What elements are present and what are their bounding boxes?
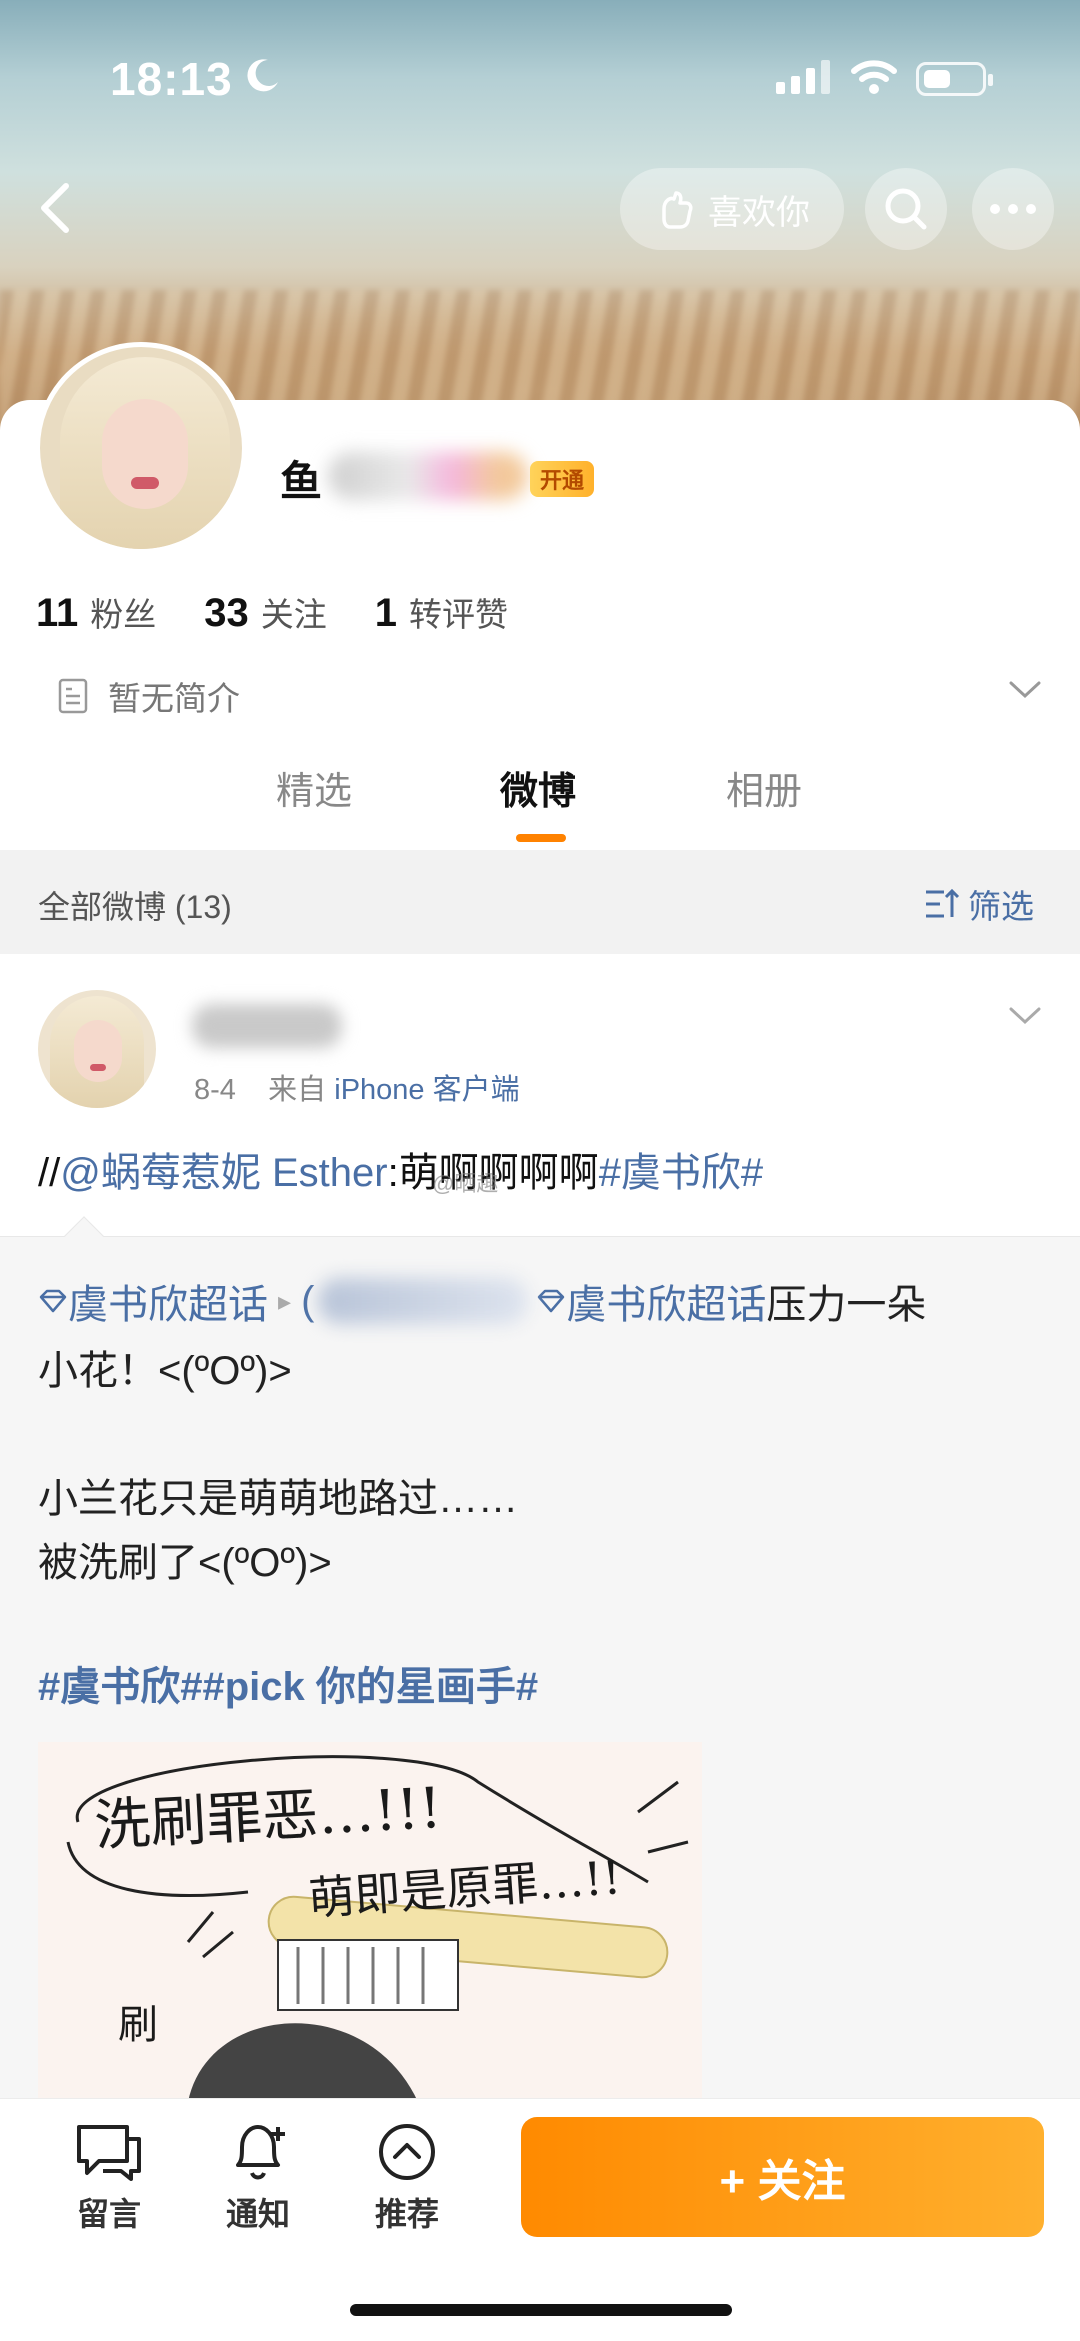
bell-icon (236, 2125, 285, 2180)
original-author-blurred[interactable] (318, 1278, 529, 1324)
up-circle-icon (379, 2124, 435, 2180)
filter-label: 筛选 (968, 888, 1034, 925)
post-menu-chevron-icon[interactable] (1008, 1006, 1042, 1026)
like-you-button[interactable]: 喜欢你 (620, 168, 844, 250)
stat-fans[interactable]: 11 粉丝 (36, 588, 156, 636)
chevron-down-icon[interactable] (1008, 680, 1042, 700)
more-button[interactable] (972, 168, 1054, 250)
back-arrow-icon[interactable] (28, 178, 88, 238)
message-label: 留言 (76, 2196, 141, 2232)
filter-button[interactable]: 筛选 (924, 880, 1034, 928)
interactions-label: 转评赞 (409, 596, 509, 633)
super-topic-link-2[interactable]: 虞书欣超话 (566, 1272, 766, 1330)
document-icon (58, 678, 88, 714)
profile-username: 鱼 (280, 458, 323, 505)
interactions-count: 1 (374, 591, 398, 635)
follow-button[interactable]: + 关注 (521, 2117, 1044, 2237)
battery-icon (916, 62, 993, 96)
profile-stats: 11 粉丝 33 关注 1 转评赞 (36, 588, 556, 636)
original-post-line-4: 被洗刷了<(ºOº)> (38, 1541, 332, 1585)
bio-text: 暂无简介 (108, 680, 240, 717)
notify-label: 通知 (225, 2196, 290, 2232)
recommend-label: 推荐 (374, 2196, 439, 2232)
wifi-icon (851, 60, 897, 94)
stat-following[interactable]: 33 关注 (204, 588, 327, 636)
manga-text-3: 刷 (118, 2002, 158, 2048)
feed-filter-bar: 全部微博 (13) 筛选 (0, 850, 1080, 954)
notify-button[interactable]: 通知 (203, 2121, 313, 2235)
profile-tabs: 精选 微博 相册 (0, 760, 1080, 850)
triangle-right-icon: ▸ (278, 1285, 292, 1316)
repost-text: //@蜗莓惹妮 Esther:萌啊啊啊啊#虞书欣# (38, 1140, 763, 1198)
watermark: @晒趣 (432, 1171, 499, 1196)
filter-icon (926, 888, 960, 918)
like-you-label: 喜欢你 (708, 193, 810, 232)
original-post-line-3: 小兰花只是萌萌地路过…… (38, 1477, 518, 1521)
username-blurred (328, 452, 528, 500)
tab-weibo[interactable]: 微博 (500, 760, 576, 815)
post-count: 全部微博 (13) (38, 889, 232, 925)
profile-avatar[interactable] (35, 342, 247, 554)
more-dots-icon (990, 204, 1036, 214)
vip-badge[interactable]: 开通 (530, 461, 595, 497)
super-topic-link-1[interactable]: 虞书欣超话 (68, 1272, 268, 1330)
moon-icon (247, 59, 278, 92)
post-author-avatar[interactable] (38, 990, 156, 1108)
message-button[interactable]: 留言 (54, 2121, 164, 2235)
post-author-name-blurred[interactable] (192, 1004, 342, 1048)
fans-count: 11 (36, 591, 79, 635)
post-image-manga[interactable]: 洗刷罪恶…!!! 萌即是原罪…!! 刷 (38, 1742, 702, 2102)
repost-prefix: // (38, 1151, 61, 1195)
original-line1-tail: 压力一朵 (766, 1283, 927, 1327)
original-post-line-2: 小花！<(ºOº)> (38, 1349, 292, 1393)
recommend-button[interactable]: 推荐 (352, 2121, 462, 2235)
diamond-icon (538, 1289, 565, 1313)
search-icon (885, 188, 927, 230)
original-post-tags[interactable]: #虞书欣##pick 你的星画手# (38, 1654, 538, 1712)
home-indicator[interactable] (350, 2304, 732, 2316)
chat-icon (77, 2125, 141, 2181)
like-hand-icon (662, 191, 693, 229)
profile-bio[interactable]: 暂无简介 (58, 672, 240, 720)
repost-mention[interactable]: @蜗莓惹妮 Esther (60, 1151, 387, 1195)
active-tab-indicator (516, 834, 566, 842)
status-bar: 18:13 (0, 0, 1080, 160)
diamond-icon (39, 1289, 67, 1313)
tab-featured[interactable]: 精选 (276, 760, 352, 815)
repost-topic-tag[interactable]: #虞书欣# (599, 1151, 764, 1195)
search-button[interactable] (865, 168, 947, 250)
status-time: 18:13 (110, 53, 233, 105)
signal-icon (776, 60, 830, 94)
post-source-prefix: 来自 (268, 1074, 327, 1106)
tab-album[interactable]: 相册 (726, 760, 802, 815)
following-label: 关注 (260, 596, 327, 633)
original-post-line-1: 虞书欣超话 ▸ ( 虞书欣超话 压力一朵 (38, 1272, 926, 1330)
post-source: iPhone 客户端 (334, 1074, 520, 1106)
post-date: 8-4 (194, 1074, 236, 1106)
following-count: 33 (204, 591, 249, 635)
post-meta: 8-4 来自 iPhone 客户端 (194, 1066, 520, 1108)
fans-label: 粉丝 (90, 596, 157, 633)
at-sign: ( (301, 1278, 315, 1323)
stat-interactions[interactable]: 1 转评赞 (375, 588, 508, 636)
